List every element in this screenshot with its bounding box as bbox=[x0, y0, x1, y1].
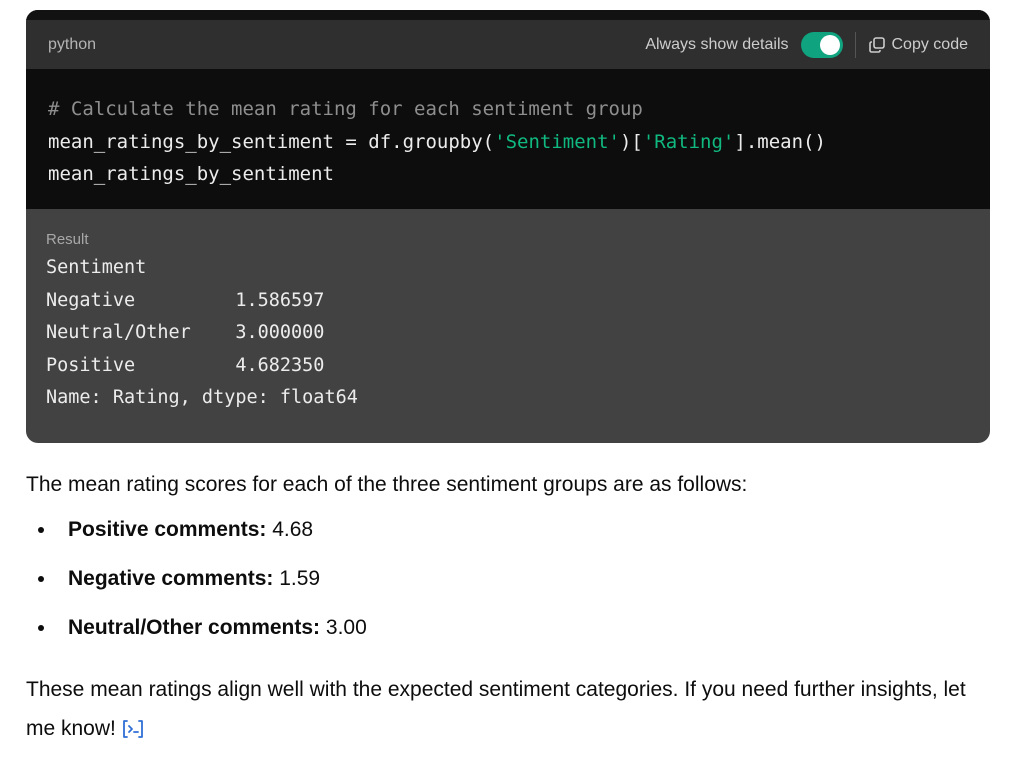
list-item-label: Positive comments: bbox=[68, 518, 267, 541]
divider bbox=[854, 31, 856, 58]
list-item: Negative comments: 1.59 bbox=[26, 560, 996, 609]
copy-code-button[interactable]: Copy code bbox=[868, 35, 969, 54]
code-line-3: mean_ratings_by_sentiment bbox=[48, 163, 334, 185]
result-output: Sentiment Negative 1.586597 Neutral/Othe… bbox=[46, 257, 358, 408]
assistant-response: The mean rating scores for each of the t… bbox=[26, 466, 996, 748]
list-item-value: 3.00 bbox=[320, 616, 367, 639]
code-token: mean_ratings_by_sentiment = df.groupby( bbox=[48, 130, 495, 153]
bullet-icon bbox=[38, 527, 44, 533]
list-item-label: Neutral/Other comments: bbox=[68, 616, 321, 639]
code-token: )[ bbox=[619, 130, 643, 153]
result-label: Result bbox=[46, 231, 89, 248]
response-closing: These mean ratings align well with the e… bbox=[26, 670, 996, 748]
copy-icon bbox=[868, 36, 885, 53]
code-line-2: mean_ratings_by_sentiment = df.groupby('… bbox=[48, 131, 826, 153]
code-interpreter-icon[interactable] bbox=[120, 717, 146, 741]
copy-code-label: Copy code bbox=[891, 35, 969, 53]
code-line-comment: # Calculate the mean rating for each sen… bbox=[48, 98, 643, 120]
code-string-sentiment: 'Sentiment' bbox=[494, 130, 620, 153]
bullet-icon bbox=[38, 625, 44, 631]
bullet-icon bbox=[38, 576, 44, 582]
list-item-value: 4.68 bbox=[266, 518, 314, 541]
response-intro: The mean rating scores for each of the t… bbox=[26, 473, 748, 496]
always-show-details-toggle[interactable] bbox=[800, 31, 843, 58]
toggle-label: Always show details bbox=[645, 35, 789, 53]
list-item-value: 1.59 bbox=[273, 567, 321, 590]
code-string-rating: 'Rating' bbox=[642, 130, 735, 153]
results-list: Positive comments: 4.68 Negative comment… bbox=[26, 511, 996, 658]
code-token: ].mean() bbox=[734, 130, 826, 153]
result-area: Result Sentiment Negative 1.586597 Neutr… bbox=[26, 209, 990, 415]
list-item-label: Negative comments: bbox=[68, 567, 274, 590]
list-item: Neutral/Other comments: 3.00 bbox=[26, 609, 996, 658]
code-header: python Always show details Copy code bbox=[26, 10, 990, 69]
list-item: Positive comments: 4.68 bbox=[26, 511, 996, 560]
language-label: python bbox=[48, 35, 97, 53]
code-output-card: python Always show details Copy code # C… bbox=[26, 10, 990, 443]
code-body: # Calculate the mean rating for each sen… bbox=[26, 69, 990, 209]
closing-text: These mean ratings align well with the e… bbox=[26, 678, 966, 740]
header-controls: Always show details Copy code bbox=[645, 31, 969, 58]
toggle-knob bbox=[819, 34, 840, 55]
